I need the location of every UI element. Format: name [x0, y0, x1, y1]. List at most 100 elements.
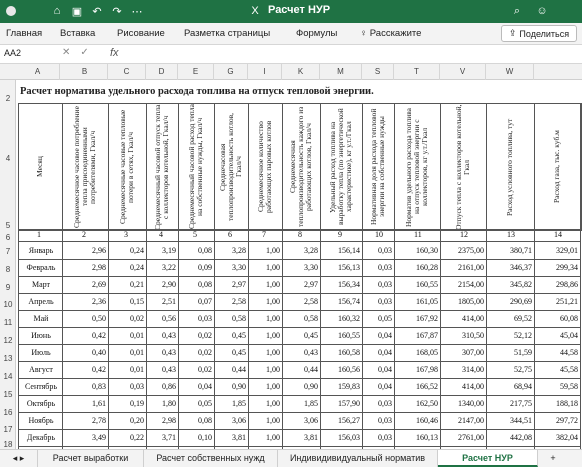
- add-sheet-button[interactable]: +: [538, 450, 568, 467]
- table-cell[interactable]: 2161,00: [442, 263, 484, 272]
- table-cell[interactable]: 3,28: [284, 246, 318, 255]
- row-header-12[interactable]: 12: [0, 336, 16, 345]
- table-cell[interactable]: 0,03: [364, 297, 392, 306]
- table-cell[interactable]: 0,44: [216, 365, 246, 374]
- row-header-17[interactable]: 17: [0, 425, 16, 434]
- row-header-7[interactable]: 7: [0, 247, 16, 256]
- table-cell[interactable]: 414,00: [442, 314, 484, 323]
- table-cell[interactable]: 0,02: [180, 348, 212, 357]
- table-cell[interactable]: 156,34: [322, 280, 360, 289]
- table-cell[interactable]: 329,01: [536, 246, 578, 255]
- autosave-icon[interactable]: ⌂: [50, 4, 64, 18]
- table-cell[interactable]: 0,08: [180, 416, 212, 425]
- table-cell[interactable]: 3,71: [148, 433, 176, 442]
- table-cell[interactable]: 307,00: [442, 348, 484, 357]
- month-label[interactable]: Февраль: [22, 263, 60, 272]
- sheet-tab-nur[interactable]: Расчет НУР: [438, 450, 538, 467]
- table-cell[interactable]: 1,00: [250, 314, 280, 323]
- table-cell[interactable]: 160,46: [396, 416, 438, 425]
- table-cell[interactable]: 2375,00: [442, 246, 484, 255]
- table-cell[interactable]: 2,90: [148, 280, 176, 289]
- table-cell[interactable]: 0,04: [364, 331, 392, 340]
- tab-formulas[interactable]: Формулы: [296, 28, 337, 39]
- table-cell[interactable]: 298,86: [536, 280, 578, 289]
- table-cell[interactable]: 0,43: [148, 348, 176, 357]
- table-cell[interactable]: 156,14: [322, 246, 360, 255]
- month-label[interactable]: Ноябрь: [22, 416, 60, 425]
- table-cell[interactable]: 3,06: [216, 416, 246, 425]
- table-cell[interactable]: 2,96: [64, 246, 106, 255]
- table-cell[interactable]: 2,36: [64, 297, 106, 306]
- confirm-icon[interactable]: ✓: [80, 47, 88, 58]
- table-cell[interactable]: 3,28: [216, 246, 246, 255]
- table-cell[interactable]: 0,19: [110, 399, 144, 408]
- undo-icon[interactable]: ↶: [90, 4, 104, 18]
- table-cell[interactable]: 290,69: [488, 297, 532, 306]
- table-cell[interactable]: 0,04: [364, 348, 392, 357]
- table-cell[interactable]: 2147,00: [442, 416, 484, 425]
- column-header-S[interactable]: S: [362, 64, 394, 80]
- table-cell[interactable]: 0,58: [216, 314, 246, 323]
- table-cell[interactable]: 156,13: [322, 263, 360, 272]
- table-cell[interactable]: 2,98: [148, 416, 176, 425]
- table-cell[interactable]: 160,28: [396, 263, 438, 272]
- table-cell[interactable]: 0,56: [148, 314, 176, 323]
- name-box[interactable]: AA2: [0, 45, 55, 63]
- row-header-13[interactable]: 13: [0, 354, 16, 363]
- table-cell[interactable]: 1,00: [250, 348, 280, 357]
- table-cell[interactable]: 314,00: [442, 365, 484, 374]
- column-header-W[interactable]: W: [486, 64, 534, 80]
- table-cell[interactable]: 0,07: [180, 297, 212, 306]
- table-cell[interactable]: 345,82: [488, 280, 532, 289]
- table-cell[interactable]: 0,43: [148, 365, 176, 374]
- table-cell[interactable]: 1,00: [250, 365, 280, 374]
- row-header-9[interactable]: 9: [0, 283, 16, 292]
- table-cell[interactable]: 2,97: [216, 280, 246, 289]
- table-cell[interactable]: 0,03: [180, 314, 212, 323]
- table-cell[interactable]: 0,83: [64, 382, 106, 391]
- tab-draw[interactable]: Рисование: [117, 28, 165, 39]
- table-cell[interactable]: 0,08: [180, 246, 212, 255]
- table-cell[interactable]: 0,24: [110, 246, 144, 255]
- table-cell[interactable]: 0,24: [110, 263, 144, 272]
- table-cell[interactable]: 0,04: [180, 382, 212, 391]
- table-cell[interactable]: 0,03: [364, 263, 392, 272]
- table-cell[interactable]: 1,00: [250, 246, 280, 255]
- table-cell[interactable]: 3,30: [216, 263, 246, 272]
- table-cell[interactable]: 0,43: [284, 348, 318, 357]
- table-cell[interactable]: 414,00: [442, 382, 484, 391]
- tab-tell-me[interactable]: ♀ Расскажите: [360, 28, 421, 39]
- row-header-8[interactable]: 8: [0, 265, 16, 274]
- table-cell[interactable]: 0,03: [364, 246, 392, 255]
- row-header-16[interactable]: 16: [0, 408, 16, 417]
- table-cell[interactable]: 217,75: [488, 399, 532, 408]
- table-cell[interactable]: 160,55: [322, 331, 360, 340]
- month-label[interactable]: Июль: [22, 348, 60, 357]
- table-cell[interactable]: 1,00: [250, 331, 280, 340]
- table-cell[interactable]: 2,98: [64, 263, 106, 272]
- table-cell[interactable]: 442,08: [488, 433, 532, 442]
- sheet-tab-own-needs[interactable]: Расчет собственных нужд: [144, 450, 278, 467]
- column-header-A[interactable]: A: [16, 64, 60, 80]
- column-header-V[interactable]: V: [440, 64, 486, 80]
- table-cell[interactable]: 0,05: [180, 399, 212, 408]
- table-cell[interactable]: 380,71: [488, 246, 532, 255]
- table-cell[interactable]: 0,08: [180, 280, 212, 289]
- row-header-6[interactable]: 6: [0, 233, 16, 242]
- table-cell[interactable]: 0,09: [180, 263, 212, 272]
- table-cell[interactable]: 160,58: [322, 348, 360, 357]
- table-cell[interactable]: 0,43: [148, 331, 176, 340]
- table-cell[interactable]: 3,30: [284, 263, 318, 272]
- table-cell[interactable]: 2761,00: [442, 433, 484, 442]
- table-cell[interactable]: 161,05: [396, 297, 438, 306]
- column-header-I[interactable]: I: [248, 64, 282, 80]
- table-cell[interactable]: 0,45: [284, 331, 318, 340]
- table-cell[interactable]: 344,51: [488, 416, 532, 425]
- table-cell[interactable]: 0,03: [364, 433, 392, 442]
- table-cell[interactable]: 188,18: [536, 399, 578, 408]
- column-header-E[interactable]: E: [178, 64, 214, 80]
- row-header-5[interactable]: 5: [0, 221, 16, 230]
- table-cell[interactable]: 0,21: [110, 280, 144, 289]
- table-cell[interactable]: 0,02: [180, 365, 212, 374]
- table-cell[interactable]: 160,55: [396, 280, 438, 289]
